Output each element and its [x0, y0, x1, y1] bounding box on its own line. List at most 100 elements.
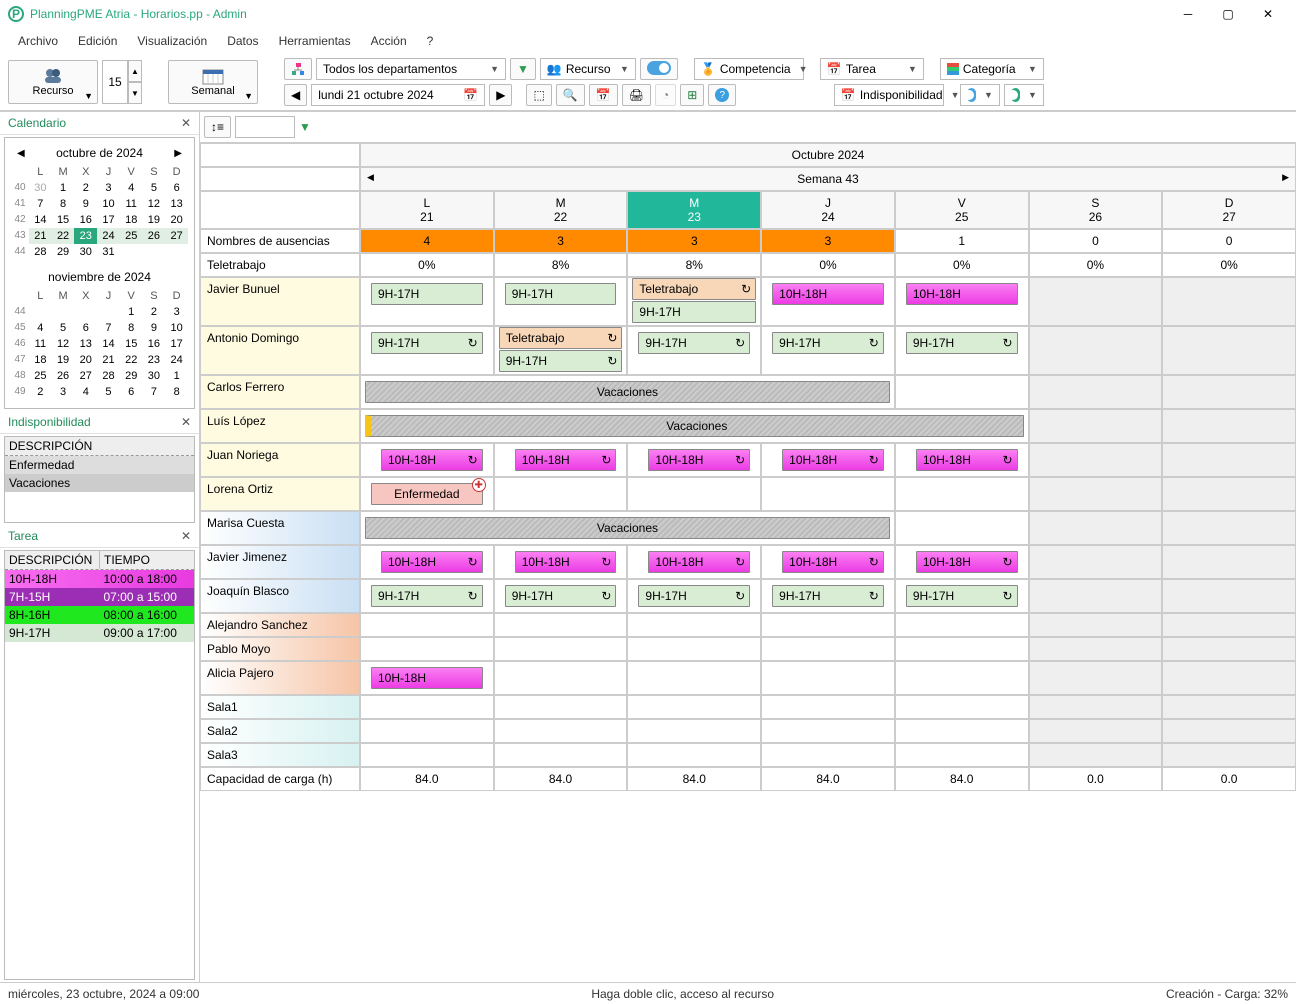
event[interactable]: 10H-18H↻ — [515, 551, 617, 573]
date-picker[interactable]: lundi 21 octubre 2024📅 — [311, 84, 485, 106]
event[interactable]: 9H-17H↻ — [772, 585, 884, 607]
spinner-up[interactable]: ▲ — [128, 60, 142, 82]
cal-prev-button[interactable]: ◀ — [13, 148, 29, 159]
event[interactable]: 9H-17H↻ — [906, 332, 1018, 354]
event[interactable]: 10H-18H↻ — [782, 551, 884, 573]
menu-edicion[interactable]: Edición — [68, 30, 127, 52]
weekly-view-button[interactable]: Semanal ▼ — [168, 60, 258, 104]
menu-archivo[interactable]: Archivo — [8, 30, 68, 52]
resource-row[interactable]: Sala1 — [200, 695, 360, 719]
event[interactable]: Teletrabajo↻ — [632, 278, 756, 300]
category-select[interactable]: Categoría▼ — [940, 58, 1044, 80]
menu-visualizacion[interactable]: Visualización — [127, 30, 217, 52]
event[interactable]: 9H-17H↻ — [371, 585, 483, 607]
event[interactable]: 10H-18H↻ — [648, 551, 750, 573]
resource-row[interactable]: Lorena Ortiz — [200, 477, 360, 511]
date-prev-button[interactable]: ◀ — [284, 84, 307, 106]
calendar-grid-nov[interactable]: LMXJVSD441234545678910461112131415161747… — [11, 288, 188, 400]
event[interactable]: 9H-17H — [632, 301, 756, 323]
toggle-1-select[interactable]: ▼ — [960, 84, 1000, 106]
resource-row[interactable]: Sala3 — [200, 743, 360, 767]
resource-row[interactable]: Sala2 — [200, 719, 360, 743]
event[interactable]: 9H-17H↻ — [638, 585, 750, 607]
resource-row[interactable]: Alejandro Sanchez — [200, 613, 360, 637]
list-item[interactable]: 8H-16H08:00 a 16:00 — [5, 606, 194, 624]
resource-row[interactable]: Luís López — [200, 409, 360, 443]
event[interactable]: 10H-18H↻ — [916, 449, 1018, 471]
resource-row[interactable]: Juan Noriega — [200, 443, 360, 477]
event[interactable]: 10H-18H↻ — [782, 449, 884, 471]
hierarchy-button[interactable] — [284, 58, 312, 80]
task-select[interactable]: 📅Tarea▼ — [820, 58, 924, 80]
event[interactable]: Vacaciones — [365, 415, 1024, 437]
department-select[interactable]: Todos los departamentos▼ — [316, 58, 506, 80]
resource-button[interactable]: Recurso ▼ — [8, 60, 98, 104]
resource-row[interactable]: Pablo Moyo — [200, 637, 360, 661]
funnel-icon[interactable]: ▼ — [299, 120, 311, 134]
event[interactable]: 9H-17H↻ — [371, 332, 483, 354]
event[interactable]: 10H-18H↻ — [648, 449, 750, 471]
event[interactable]: 10H-18H↻ — [515, 449, 617, 471]
window-close-button[interactable]: ✕ — [1248, 0, 1288, 28]
select-tool-button[interactable]: ⬚ — [526, 84, 551, 106]
list-item[interactable]: 10H-18H10:00 a 18:00 — [5, 570, 194, 588]
calendar-grid-oct[interactable]: LMXJVSD403012345641789101112134214151617… — [11, 164, 188, 260]
list-item[interactable]: Enfermedad — [5, 456, 194, 474]
menu-accion[interactable]: Acción — [361, 30, 417, 52]
close-icon[interactable]: ✕ — [181, 415, 191, 429]
menu-datos[interactable]: Datos — [217, 30, 268, 52]
event[interactable]: 10H-18H↻ — [916, 551, 1018, 573]
close-icon[interactable]: ✕ — [181, 529, 191, 543]
list-item[interactable]: 9H-17H09:00 a 17:00 — [5, 624, 194, 642]
row-count-input[interactable] — [102, 60, 128, 104]
filter-button[interactable]: ▼ — [510, 58, 536, 80]
timeline-grid[interactable]: Octubre 2024 Semana 43 L21 M22 M23 J24 V… — [200, 143, 1296, 791]
event[interactable]: Vacaciones — [365, 381, 890, 403]
event[interactable]: 9H-17H — [505, 283, 617, 305]
export-button[interactable]: ⊞ — [680, 84, 704, 106]
zoom-button[interactable]: 🔍 — [556, 84, 585, 106]
spinner-down[interactable]: ▼ — [128, 82, 142, 104]
filter-input[interactable] — [235, 116, 295, 138]
row-count-spinner[interactable]: ▲▼ — [102, 60, 142, 104]
resource-select[interactable]: 👥Recurso▼ — [540, 58, 636, 80]
resource-row[interactable]: Javier Jimenez — [200, 545, 360, 579]
event[interactable]: 9H-17H↻ — [638, 332, 750, 354]
window-maximize-button[interactable]: ▢ — [1208, 0, 1248, 28]
event[interactable]: Vacaciones — [365, 517, 890, 539]
resource-row[interactable]: Carlos Ferrero — [200, 375, 360, 409]
window-minimize-button[interactable]: ─ — [1168, 0, 1208, 28]
today-button[interactable]: 📅 — [589, 84, 618, 106]
event[interactable]: 10H-18H — [772, 283, 884, 305]
week-header[interactable]: Semana 43 — [360, 167, 1296, 191]
resource-row[interactable]: Javier Bunuel — [200, 277, 360, 326]
resource-row[interactable]: Marisa Cuesta — [200, 511, 360, 545]
competence-select[interactable]: 🏅Competencia▼ — [694, 58, 804, 80]
menu-herramientas[interactable]: Herramientas — [269, 30, 361, 52]
event[interactable]: 10H-18H — [371, 667, 483, 689]
print-button[interactable]: 🖨 — [622, 84, 651, 106]
event[interactable]: 9H-17H↻ — [505, 585, 617, 607]
list-item[interactable]: 7H-15H07:00 a 15:00 — [5, 588, 194, 606]
event[interactable]: 9H-17H — [371, 283, 483, 305]
event[interactable]: 9H-17H↻ — [906, 585, 1018, 607]
chart-button[interactable]: ◔ — [655, 84, 676, 106]
event[interactable]: 9H-17H↻ — [772, 332, 884, 354]
toggle-display-button[interactable] — [640, 58, 678, 80]
cal-next-button[interactable]: ▶ — [170, 148, 186, 159]
date-next-button[interactable]: ▶ — [489, 84, 512, 106]
event[interactable]: 10H-18H↻ — [381, 449, 483, 471]
toggle-2-select[interactable]: ▼ — [1004, 84, 1044, 106]
close-icon[interactable]: ✕ — [181, 116, 191, 130]
unavailability-select[interactable]: 📅Indisponibilidad▼ — [834, 84, 944, 106]
resource-row[interactable]: Antonio Domingo — [200, 326, 360, 375]
event[interactable]: Enfermedad✚ — [371, 483, 483, 505]
menu-help[interactable]: ? — [417, 30, 444, 52]
event[interactable]: Teletrabajo↻ — [499, 327, 623, 349]
event[interactable]: 10H-18H — [906, 283, 1018, 305]
resource-row[interactable]: Joaquín Blasco — [200, 579, 360, 613]
event[interactable]: 10H-18H↻ — [381, 551, 483, 573]
event[interactable]: 9H-17H↻ — [499, 350, 623, 372]
resource-row[interactable]: Alicia Pajero — [200, 661, 360, 695]
list-item[interactable]: Vacaciones — [5, 474, 194, 492]
